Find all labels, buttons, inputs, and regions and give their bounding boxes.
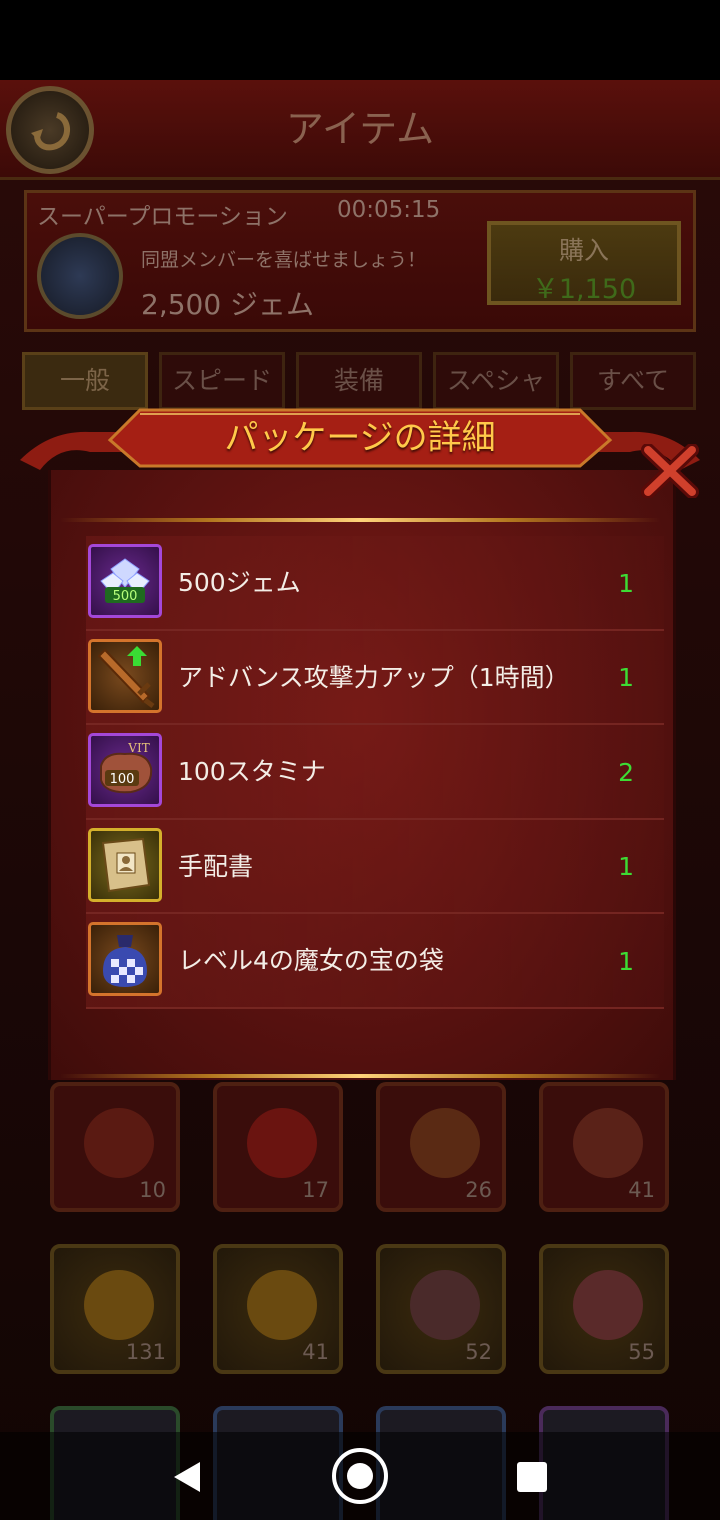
package-item-name: アドバンス攻撃力アップ（1時間）	[178, 662, 570, 692]
package-item: 500 500ジェム 1	[86, 536, 664, 631]
system-nav-bar	[0, 1432, 720, 1520]
package-item-name: 500ジェム	[178, 568, 301, 597]
package-item-name: 100スタミナ	[178, 757, 326, 786]
stamina-meat-icon: VIT 100	[88, 733, 162, 807]
wanted-poster-icon	[88, 827, 162, 902]
package-item-qty: 1	[618, 663, 634, 692]
package-item-name: 手配書	[178, 851, 254, 881]
package-item: レベル4の魔女の宝の袋 1	[86, 914, 664, 1009]
package-item-name: レベル4の魔女の宝の袋	[178, 946, 444, 975]
package-item: VIT 100 100スタミナ 2	[86, 725, 664, 820]
nav-back-icon[interactable]	[172, 1460, 202, 1494]
package-item-qty: 1	[618, 946, 634, 976]
divider	[60, 518, 660, 522]
stamina-badge-top: VIT	[127, 741, 149, 755]
stamina-badge: 100	[110, 772, 135, 787]
package-item-qty: 1	[618, 568, 634, 598]
sword-boost-icon	[88, 638, 162, 713]
nav-home-icon[interactable]	[332, 1448, 388, 1504]
divider	[60, 1074, 660, 1078]
package-item: 手配書 1	[86, 819, 664, 914]
modal-title: パッケージの詳細	[224, 418, 496, 458]
package-item-qty: 2	[618, 757, 634, 787]
nav-home-dot	[347, 1463, 373, 1489]
close-icon[interactable]	[640, 444, 700, 498]
gems-icon: 500	[88, 544, 162, 618]
gems-badge: 500	[113, 589, 138, 604]
package-item-qty: 1	[618, 852, 634, 881]
nav-recents-icon[interactable]	[517, 1462, 547, 1492]
package-item: アドバンス攻撃力アップ（1時間） 1	[86, 630, 664, 725]
witch-treasure-bag-icon	[88, 922, 162, 996]
package-item-list: 500 500ジェム 1 アドバンス攻撃力アップ（1時間） 1 VIT 100 …	[86, 536, 664, 1009]
